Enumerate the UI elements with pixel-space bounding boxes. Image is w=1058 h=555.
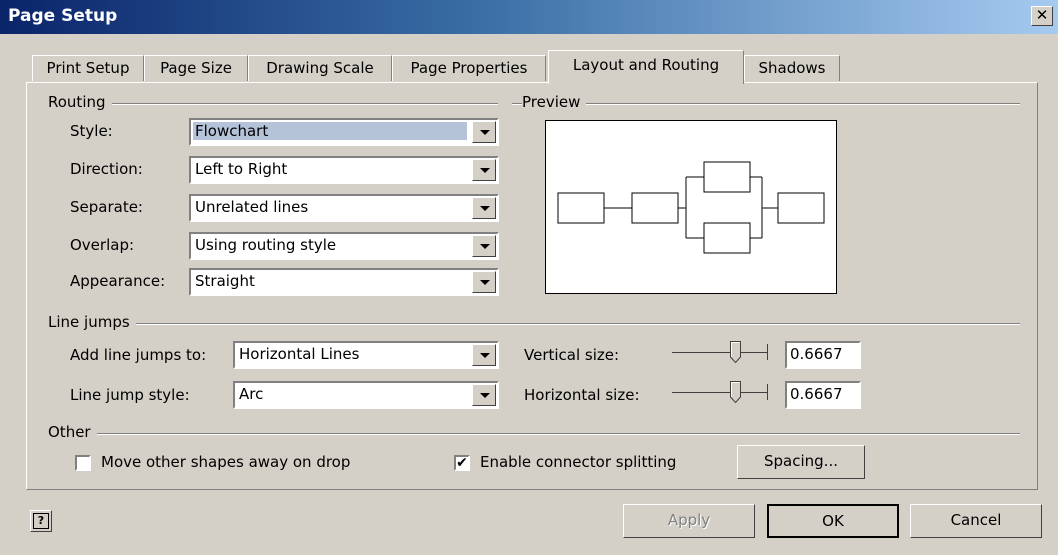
separate-value: Unrelated lines	[195, 198, 309, 216]
preview-group-line	[512, 103, 1020, 105]
move-shapes-checkbox[interactable]	[75, 455, 91, 471]
vertical-size-slider[interactable]	[672, 340, 768, 370]
help-button[interactable]: ?	[30, 510, 52, 532]
connector-splitting-checkbox[interactable]: ✔	[454, 455, 470, 471]
style-label: Style:	[70, 122, 113, 140]
apply-button[interactable]: Apply	[623, 504, 755, 538]
help-icon: ?	[33, 513, 49, 529]
title-bar: Page Setup ✕	[0, 0, 1058, 34]
spacing-button[interactable]: Spacing...	[737, 445, 865, 479]
tab-drawing-scale[interactable]: Drawing Scale	[248, 55, 392, 81]
connector-splitting-label: Enable connector splitting	[480, 453, 677, 471]
routing-group-line	[50, 103, 498, 105]
direction-label: Direction:	[70, 160, 143, 178]
close-icon: ✕	[1035, 6, 1049, 24]
tab-panel	[26, 82, 1038, 490]
separate-label: Separate:	[70, 198, 143, 216]
chevron-down-icon[interactable]	[472, 197, 496, 219]
vertical-size-input[interactable]: 0.6667	[785, 341, 861, 369]
overlap-dropdown[interactable]: Using routing style	[189, 232, 499, 260]
line-jump-style-label: Line jump style:	[70, 386, 190, 404]
close-button[interactable]: ✕	[1031, 6, 1053, 26]
preview-box	[545, 120, 837, 294]
preview-shape	[631, 192, 679, 224]
chevron-down-icon[interactable]	[472, 271, 496, 293]
window-title: Page Setup	[8, 6, 118, 26]
routing-group-label: Routing	[48, 93, 112, 111]
appearance-label: Appearance:	[70, 272, 166, 290]
add-line-jumps-value: Horizontal Lines	[239, 345, 360, 363]
horizontal-size-label: Horizontal size:	[524, 386, 640, 404]
tab-page-size[interactable]: Page Size	[144, 55, 248, 81]
preview-shape	[777, 192, 825, 224]
add-line-jumps-label: Add line jumps to:	[70, 346, 207, 364]
preview-group-label: Preview	[522, 93, 587, 111]
chevron-down-icon[interactable]	[472, 121, 496, 143]
direction-value: Left to Right	[195, 160, 288, 178]
horizontal-size-slider[interactable]	[672, 380, 768, 410]
chevron-down-icon[interactable]	[472, 344, 496, 366]
add-line-jumps-dropdown[interactable]: Horizontal Lines	[233, 341, 499, 369]
preview-shape	[703, 161, 751, 193]
horizontal-size-input[interactable]: 0.6667	[785, 381, 861, 409]
appearance-value: Straight	[195, 272, 255, 290]
tab-layout-and-routing[interactable]: Layout and Routing	[548, 50, 744, 84]
ok-button[interactable]: OK	[767, 504, 899, 538]
checkmark-icon: ✔	[456, 455, 468, 471]
appearance-dropdown[interactable]: Straight	[189, 268, 499, 296]
style-dropdown[interactable]: Flowchart	[189, 118, 499, 146]
style-value: Flowchart	[193, 122, 467, 140]
other-group-line	[50, 433, 1020, 435]
direction-dropdown[interactable]: Left to Right	[189, 156, 499, 184]
cancel-button[interactable]: Cancel	[910, 504, 1042, 538]
tab-shadows[interactable]: Shadows	[744, 55, 840, 81]
line-jump-style-value: Arc	[239, 385, 264, 403]
vertical-size-label: Vertical size:	[524, 346, 620, 364]
chevron-down-icon[interactable]	[472, 235, 496, 257]
tab-page-properties[interactable]: Page Properties	[392, 55, 546, 81]
slider-thumb[interactable]	[730, 341, 741, 363]
chevron-down-icon[interactable]	[472, 159, 496, 181]
flowchart-preview-diagram	[557, 161, 825, 254]
overlap-label: Overlap:	[70, 236, 135, 254]
slider-thumb[interactable]	[730, 381, 741, 403]
chevron-down-icon[interactable]	[472, 384, 496, 406]
other-group-label: Other	[48, 423, 97, 441]
line-jumps-group-line	[50, 323, 1020, 325]
preview-shape	[703, 222, 751, 254]
line-jump-style-dropdown[interactable]: Arc	[233, 381, 499, 409]
move-shapes-label: Move other shapes away on drop	[101, 453, 351, 471]
overlap-value: Using routing style	[195, 236, 337, 254]
tab-print-setup[interactable]: Print Setup	[32, 55, 144, 81]
line-jumps-group-label: Line jumps	[48, 313, 136, 331]
preview-shape	[557, 192, 605, 224]
separate-dropdown[interactable]: Unrelated lines	[189, 194, 499, 222]
